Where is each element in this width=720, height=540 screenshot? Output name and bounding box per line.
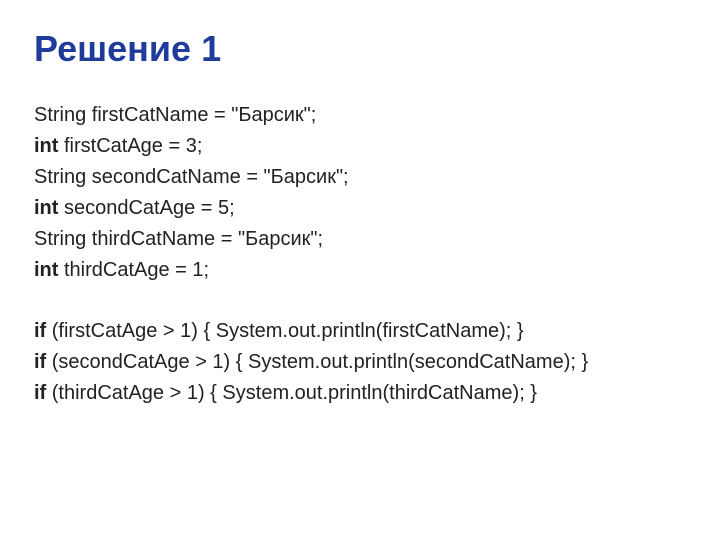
code-line: String firstCatName = "Барсик"; [34, 100, 686, 131]
keyword-if: if [34, 351, 46, 373]
code-line: String secondCatName = "Барсик"; [34, 162, 686, 193]
code-text: (secondCatAge > 1) { System.out.println(… [46, 351, 588, 373]
code-text: thirdCatAge = 1; [58, 259, 209, 281]
code-text: (thirdCatAge > 1) { System.out.println(t… [46, 382, 537, 404]
keyword-if: if [34, 320, 46, 342]
code-text: firstCatAge = 3; [58, 135, 202, 157]
code-line: if (firstCatAge > 1) { System.out.printl… [34, 316, 686, 347]
keyword-int: int [34, 197, 58, 219]
code-line: int secondCatAge = 5; [34, 193, 686, 224]
code-line: int thirdCatAge = 1; [34, 255, 686, 286]
code-line: if (thirdCatAge > 1) { System.out.printl… [34, 378, 686, 409]
code-line: if (secondCatAge > 1) { System.out.print… [34, 347, 686, 378]
code-line: int firstCatAge = 3; [34, 131, 686, 162]
code-text: secondCatAge = 5; [58, 197, 234, 219]
code-text: String secondCatName = "Барсик"; [34, 166, 349, 188]
keyword-if: if [34, 382, 46, 404]
keyword-int: int [34, 135, 58, 157]
code-block: String firstCatName = "Барсик"; int firs… [34, 100, 686, 409]
keyword-int: int [34, 259, 58, 281]
blank-line [34, 286, 686, 316]
slide: Решение 1 String firstCatName = "Барсик"… [0, 0, 720, 540]
code-text: (firstCatAge > 1) { System.out.println(f… [46, 320, 523, 342]
slide-title: Решение 1 [34, 28, 686, 70]
code-text: String firstCatName = "Барсик"; [34, 104, 316, 126]
code-line: String thirdCatName = "Барсик"; [34, 224, 686, 255]
code-text: String thirdCatName = "Барсик"; [34, 228, 323, 250]
